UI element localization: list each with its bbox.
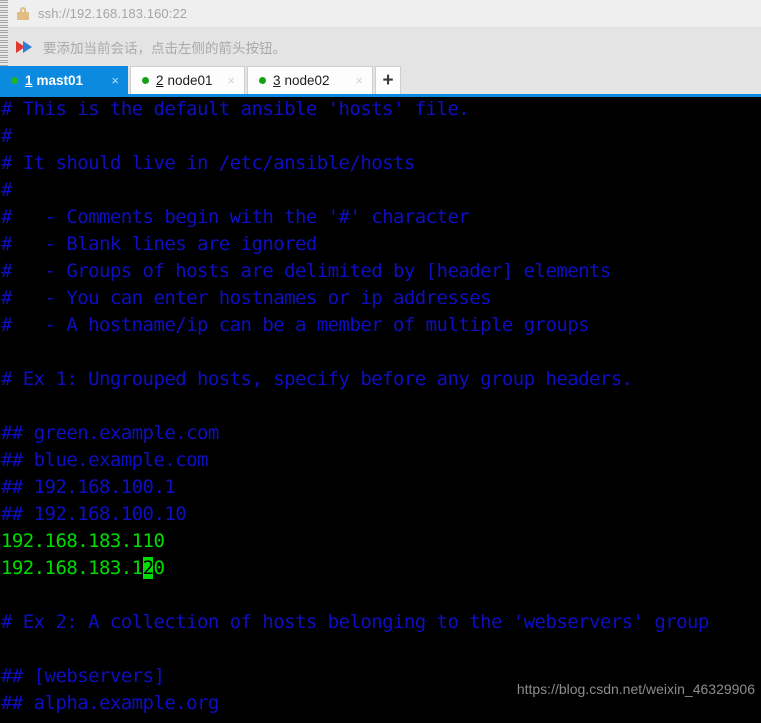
terminal-output-area[interactable]: # This is the default ansible 'hosts' fi… — [0, 96, 761, 723]
terminal-text: # - You can enter hostnames or ip addres… — [1, 287, 492, 309]
tab-status-dot — [11, 76, 18, 84]
session-address-bar: ssh://192.168.183.160:22 — [0, 0, 761, 28]
terminal-line — [0, 393, 761, 420]
terminal-text: # — [1, 179, 12, 201]
terminal-line: # It should live in /etc/ansible/hosts — [0, 150, 761, 177]
terminal-line: # - Groups of hosts are delimited by [he… — [0, 258, 761, 285]
terminal-line: # - Comments begin with the '#' characte… — [0, 204, 761, 231]
terminal-text: # This is the default ansible 'hosts' fi… — [1, 98, 470, 120]
session-url-text[interactable]: ssh://192.168.183.160:22 — [38, 6, 187, 21]
address-bar-content: ssh://192.168.183.160:22 — [0, 6, 187, 21]
arrow-right-icon — [16, 40, 34, 54]
tab-index-label: 2 — [156, 73, 164, 88]
hint-message-text: 要添加当前会话，点击左侧的箭头按钮。 — [43, 41, 286, 56]
terminal-line: # Ex 2: A collection of hosts belonging … — [0, 609, 761, 636]
terminal-text: ## green.example.com — [1, 422, 219, 444]
tab-node01[interactable]: 2 node01 × — [130, 66, 245, 94]
terminal-line — [0, 636, 761, 663]
tab-bar: 1 mast01 × 2 node01 × 3 node02 × + — [0, 66, 761, 97]
sidebar-drag-handle[interactable] — [0, 0, 8, 66]
terminal-line: # - You can enter hostnames or ip addres… — [0, 285, 761, 312]
terminal-text: # Ex 1: Ungrouped hosts, specify before … — [1, 368, 633, 390]
terminal-line: # - Blank lines are ignored — [0, 231, 761, 258]
terminal-line: # - A hostname/ip can be a member of mul… — [0, 312, 761, 339]
lock-icon — [17, 7, 29, 20]
watermark-text: https://blog.csdn.net/weixin_46329906 — [516, 681, 755, 697]
terminal-line: # This is the default ansible 'hosts' fi… — [0, 96, 761, 123]
terminal-text: ## blue.example.com — [1, 449, 208, 471]
terminal-line: # — [0, 123, 761, 150]
tab-title-label: mast01 — [36, 72, 84, 88]
terminal-text: 192.168.183.110 — [1, 530, 165, 552]
tab-index-label: 3 — [273, 73, 281, 88]
terminal-text: # - Comments begin with the '#' characte… — [1, 206, 470, 228]
terminal-text: # It should live in /etc/ansible/hosts — [1, 152, 415, 174]
terminal-line: 192.168.183.110 — [0, 528, 761, 555]
terminal-text: # - A hostname/ip can be a member of mul… — [1, 314, 590, 336]
tab-close-icon[interactable]: × — [355, 74, 363, 87]
tab-bar-accent-underline — [0, 94, 761, 97]
terminal-text: ## alpha.example.org — [1, 692, 219, 714]
tab-index-label: 1 — [25, 72, 33, 88]
terminal-text: # - Blank lines are ignored — [1, 233, 317, 255]
terminal-line: 192.168.183.120 — [0, 555, 761, 582]
terminal-cursor: 2 — [142, 557, 154, 579]
tab-mast01[interactable]: 1 mast01 × — [0, 66, 128, 94]
terminal-line — [0, 582, 761, 609]
tab-status-dot — [142, 77, 149, 84]
tab-title-label: node01 — [167, 73, 213, 88]
tab-close-icon[interactable]: × — [111, 74, 119, 87]
terminal-line: ## blue.example.com — [0, 447, 761, 474]
terminal-line — [0, 339, 761, 366]
terminal-application-window: ssh://192.168.183.160:22 要添加当前会话，点击左侧的箭头… — [0, 0, 761, 723]
new-tab-button[interactable]: + — [375, 66, 401, 94]
terminal-text: 0 — [153, 557, 165, 579]
terminal-line: ## green.example.com — [0, 420, 761, 447]
terminal-line: ## 192.168.100.1 — [0, 474, 761, 501]
tab-close-icon[interactable]: × — [227, 74, 235, 87]
terminal-text: # — [1, 125, 12, 147]
tab-title-label: node02 — [284, 73, 330, 88]
tab-status-dot — [259, 77, 266, 84]
session-hint-bar: 要添加当前会话，点击左侧的箭头按钮。 — [0, 28, 761, 66]
tab-node02[interactable]: 3 node02 × — [247, 66, 373, 94]
hint-bar-content: 要添加当前会话，点击左侧的箭头按钮。 — [0, 37, 286, 57]
terminal-text: # - Groups of hosts are delimited by [he… — [1, 260, 611, 282]
terminal-line: # Ex 1: Ungrouped hosts, specify before … — [0, 366, 761, 393]
terminal-text: 192.168.183.1 — [1, 557, 143, 579]
terminal-line: # — [0, 177, 761, 204]
terminal-text: ## 192.168.100.1 — [1, 476, 176, 498]
terminal-text: ## [webservers] — [1, 665, 165, 687]
terminal-line: ## 192.168.100.10 — [0, 501, 761, 528]
terminal-text: ## 192.168.100.10 — [1, 503, 187, 525]
terminal-text: # Ex 2: A collection of hosts belonging … — [1, 611, 709, 633]
